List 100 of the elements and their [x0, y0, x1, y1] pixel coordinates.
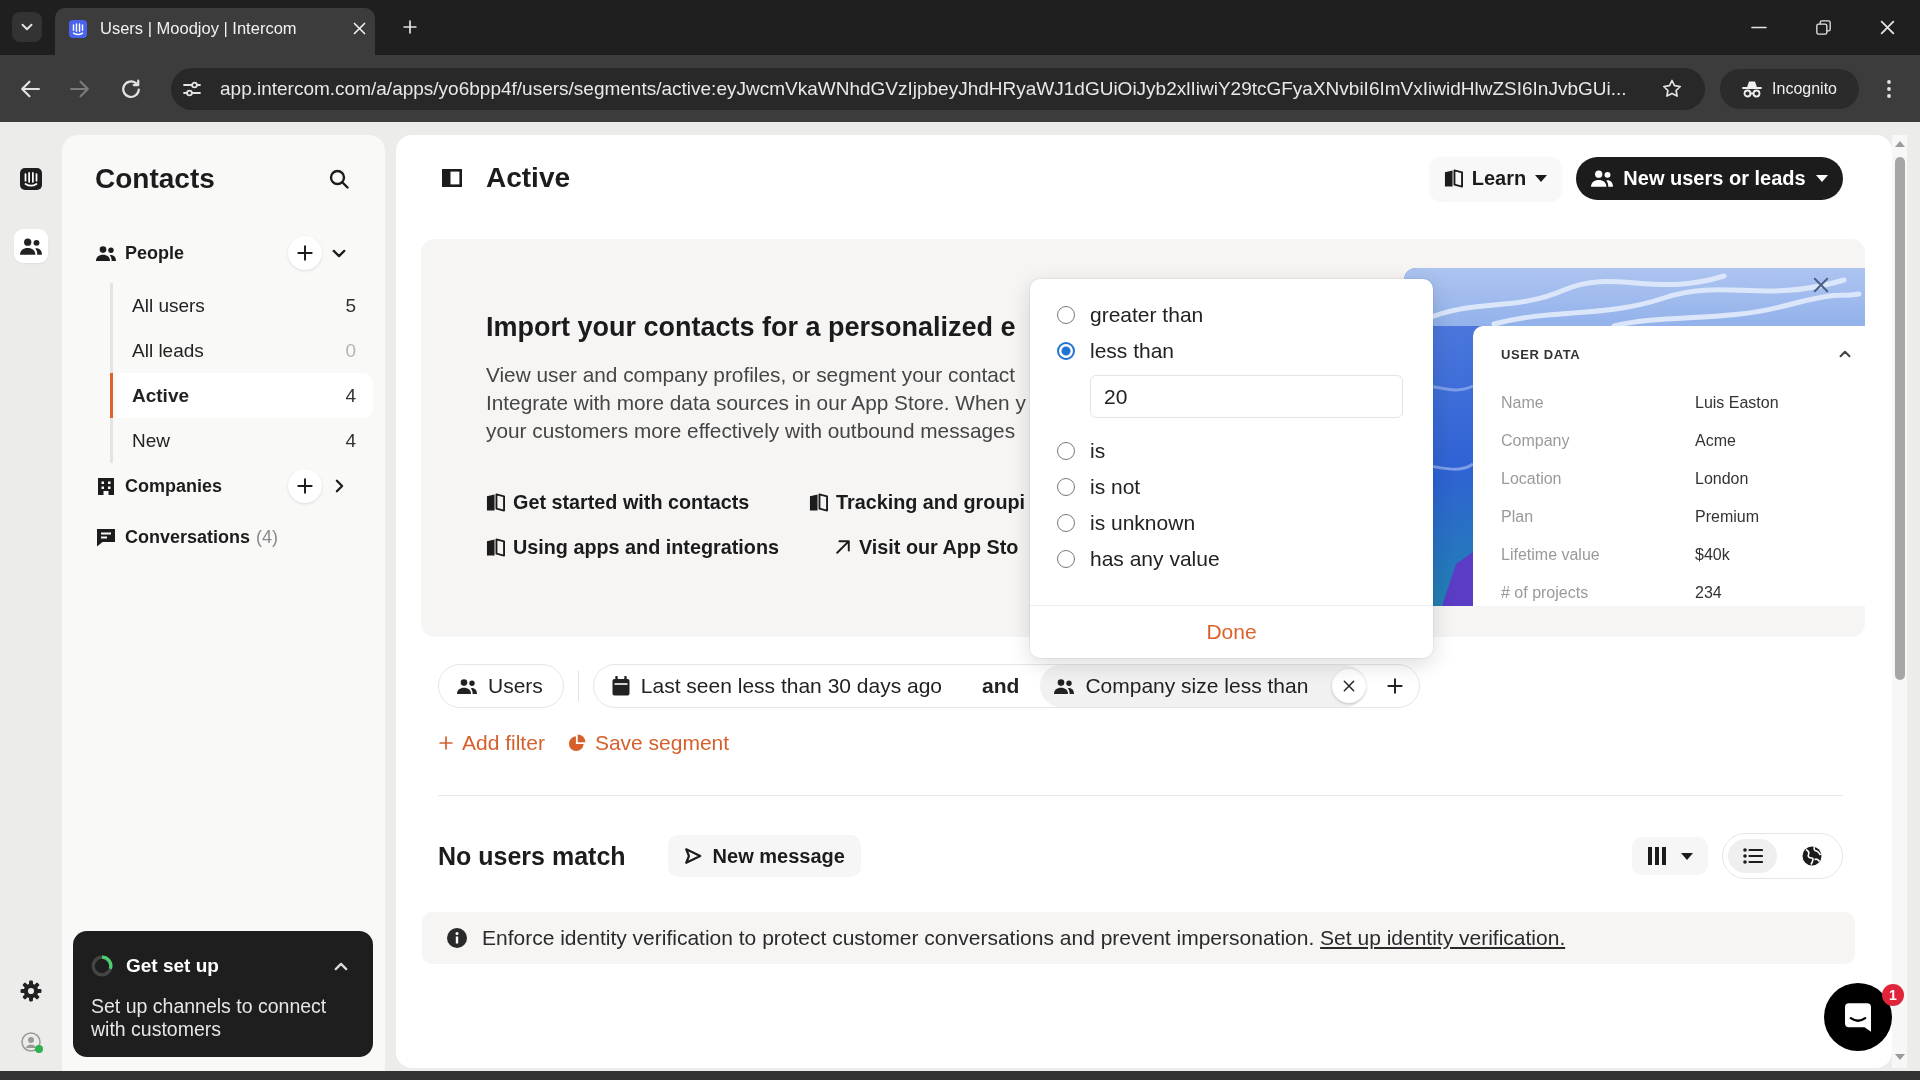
info-icon [447, 928, 467, 948]
radio-button[interactable] [1057, 342, 1075, 360]
columns-icon [1647, 847, 1666, 865]
panel-title: Contacts [95, 163, 215, 195]
status-dot-icon [35, 1045, 43, 1053]
option-label[interactable]: is not [1090, 475, 1141, 499]
guide-link[interactable]: Get started with contacts [486, 487, 750, 517]
new-message-button[interactable]: New message [667, 835, 861, 877]
save-segment-button[interactable]: Save segment [567, 731, 730, 755]
count-label: (4) [256, 526, 279, 548]
view-mode-button[interactable] [1728, 839, 1777, 873]
count-label: 5 [345, 294, 356, 317]
option-label[interactable]: is [1090, 439, 1106, 463]
chevron-up-icon[interactable] [1839, 350, 1851, 358]
menu-icon[interactable] [1887, 79, 1891, 98]
book-icon [809, 492, 828, 512]
radio-button[interactable] [1057, 550, 1075, 568]
field-label: Location [1501, 469, 1562, 489]
people-icon [457, 678, 477, 694]
nav-button[interactable] [14, 229, 48, 263]
arrow-icon [835, 539, 851, 555]
option-label[interactable]: greater than [1090, 303, 1204, 327]
address-bar[interactable]: app.intercom.com/a/apps/yo6bpp4f/users/segments/active:eyJwcmVkaWNhdGVzIjpbeyJhdHRyaWJ1dGUiOiJyb2xlIiwiY29tcGFyaXNvbiI6ImVxIiwidHlwZSI6InJvbGUi... [171, 67, 1705, 110]
field-value: Luis Easton [1695, 393, 1779, 413]
search-icon[interactable] [329, 169, 349, 189]
field-value: Premium [1695, 507, 1759, 527]
field-value: London [1695, 469, 1749, 489]
globe-icon [1801, 846, 1822, 866]
results-title: No users match [438, 841, 626, 871]
site-settings-icon[interactable] [183, 80, 201, 97]
done-button[interactable]: Done [1200, 617, 1263, 647]
segment-item[interactable]: All leads 0 [110, 328, 373, 373]
book-icon [486, 492, 505, 512]
scrollbar-thumb[interactable] [1894, 157, 1905, 680]
scroll-down-icon[interactable] [1894, 1054, 1905, 1060]
back-icon[interactable] [20, 78, 40, 99]
app-logo-icon [20, 168, 42, 190]
guide-link[interactable]: Using apps and integrations [486, 532, 779, 562]
close-icon [1343, 680, 1356, 692]
value-input[interactable]: 20 [1090, 375, 1403, 418]
count-label: 4 [345, 429, 356, 452]
people-icon [20, 237, 42, 255]
new-users-button[interactable]: New users or leads [1576, 156, 1843, 200]
building-icon [97, 476, 115, 496]
minimize-icon[interactable] [1751, 26, 1767, 29]
add-button[interactable] [288, 236, 322, 270]
browser-tab[interactable]: Users | Moodjoy | Intercom [55, 8, 375, 55]
radio-button[interactable] [1057, 478, 1075, 496]
filter-chip[interactable]: Company size less than [1040, 665, 1367, 707]
count-label: 4 [345, 384, 356, 407]
chevron-down-icon[interactable] [332, 248, 346, 258]
chevron-right-icon[interactable] [334, 479, 344, 493]
reload-icon[interactable] [121, 78, 141, 99]
segment-item[interactable]: Active 4 [110, 373, 373, 418]
section-label[interactable]: People [125, 242, 185, 264]
people-icon [96, 245, 116, 261]
plus-icon [439, 736, 453, 750]
star-icon[interactable] [1662, 79, 1682, 98]
sidebar-toggle-icon[interactable] [442, 169, 462, 187]
field-value: Acme [1695, 431, 1736, 451]
radio-button[interactable] [1057, 442, 1075, 460]
learn-button[interactable]: Learn [1430, 156, 1561, 200]
section-label[interactable]: Companies [125, 475, 223, 497]
restore-icon[interactable] [1816, 20, 1831, 35]
segment-item[interactable]: New 4 [110, 418, 373, 463]
field-label: Plan [1501, 507, 1534, 527]
external-link[interactable]: Visit our App Sto [835, 532, 1019, 562]
section-label[interactable]: Conversations [125, 526, 251, 548]
field-value: $40k [1695, 545, 1730, 565]
field-label: Company [1501, 431, 1570, 451]
segment-item[interactable]: All users 5 [110, 283, 373, 328]
remove-filter-button[interactable] [1332, 669, 1367, 703]
scroll-up-icon[interactable] [1894, 141, 1905, 147]
add-filter-button[interactable]: Add filter [439, 731, 545, 755]
verification-link[interactable]: Set up identity verification. [1320, 926, 1566, 949]
tab-search-button[interactable] [12, 12, 42, 42]
columns-button[interactable] [1632, 837, 1708, 875]
incognito-button[interactable]: Incognito [1720, 68, 1859, 109]
option-label[interactable]: less than [1090, 339, 1175, 363]
page-title: Active [486, 162, 571, 194]
site-icon [69, 19, 87, 38]
settings-icon[interactable] [20, 980, 42, 1002]
calendar-icon [611, 676, 630, 696]
radio-button[interactable] [1057, 514, 1075, 532]
pie-chart-icon [567, 734, 586, 752]
plus-icon[interactable] [1387, 678, 1404, 694]
people-icon [1054, 678, 1075, 694]
add-button[interactable] [288, 469, 322, 503]
book-icon [486, 537, 505, 557]
new-tab-icon[interactable] [403, 20, 417, 34]
field-label: Lifetime value [1501, 545, 1600, 565]
chevron-down-icon [21, 23, 33, 31]
guide-link[interactable]: Tracking and groupi [809, 487, 1026, 517]
option-label[interactable]: has any value [1090, 547, 1220, 571]
option-label[interactable]: is unknown [1090, 511, 1196, 535]
field-value: 234 [1695, 583, 1722, 603]
setup-card[interactable]: Get set up Set up channels to connect with customers [73, 931, 373, 1057]
list-icon [1742, 848, 1763, 864]
filter-chip[interactable]: Last seen less than 30 days ago [593, 665, 963, 707]
radio-button[interactable] [1057, 306, 1075, 324]
